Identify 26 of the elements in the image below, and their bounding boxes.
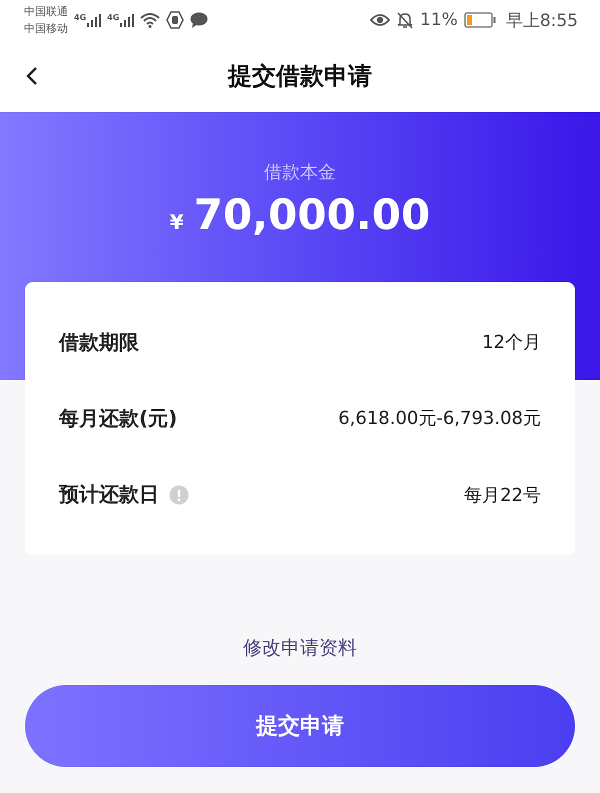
carrier-name: 中国移动 xyxy=(24,21,68,37)
clock-time: 早上8:55 xyxy=(506,10,578,32)
amount-value: 70,000.00 xyxy=(194,190,430,239)
detail-value: 每月22号 xyxy=(464,484,541,507)
page-title: 提交借款申请 xyxy=(228,61,372,92)
battery-icon xyxy=(464,12,496,28)
submit-button[interactable]: 提交申请 xyxy=(25,685,575,767)
amount-label: 借款本金 xyxy=(264,161,336,184)
detail-value: 12个月 xyxy=(482,331,541,354)
battery-percent: 11% xyxy=(420,10,458,30)
back-icon xyxy=(26,66,38,86)
detail-label: 每月还款(元) xyxy=(59,404,178,432)
detail-label: 借款期限 xyxy=(59,328,139,356)
edit-link[interactable]: 修改申请资料 xyxy=(243,635,357,661)
network-label: 4G xyxy=(74,13,86,22)
eye-icon xyxy=(370,13,390,27)
signal-icon xyxy=(120,13,134,27)
network-label: 4G xyxy=(107,13,120,22)
muted-bell-icon xyxy=(396,11,414,29)
signal-icon xyxy=(87,13,102,27)
currency-symbol: ¥ xyxy=(170,210,184,234)
wifi-icon xyxy=(140,12,160,28)
detail-label: 预计还款日 xyxy=(59,481,159,508)
carrier-name: 中国联通 xyxy=(24,4,68,20)
detail-value: 6,618.00元-6,793.08元 xyxy=(338,407,541,430)
chat-icon xyxy=(190,12,208,28)
